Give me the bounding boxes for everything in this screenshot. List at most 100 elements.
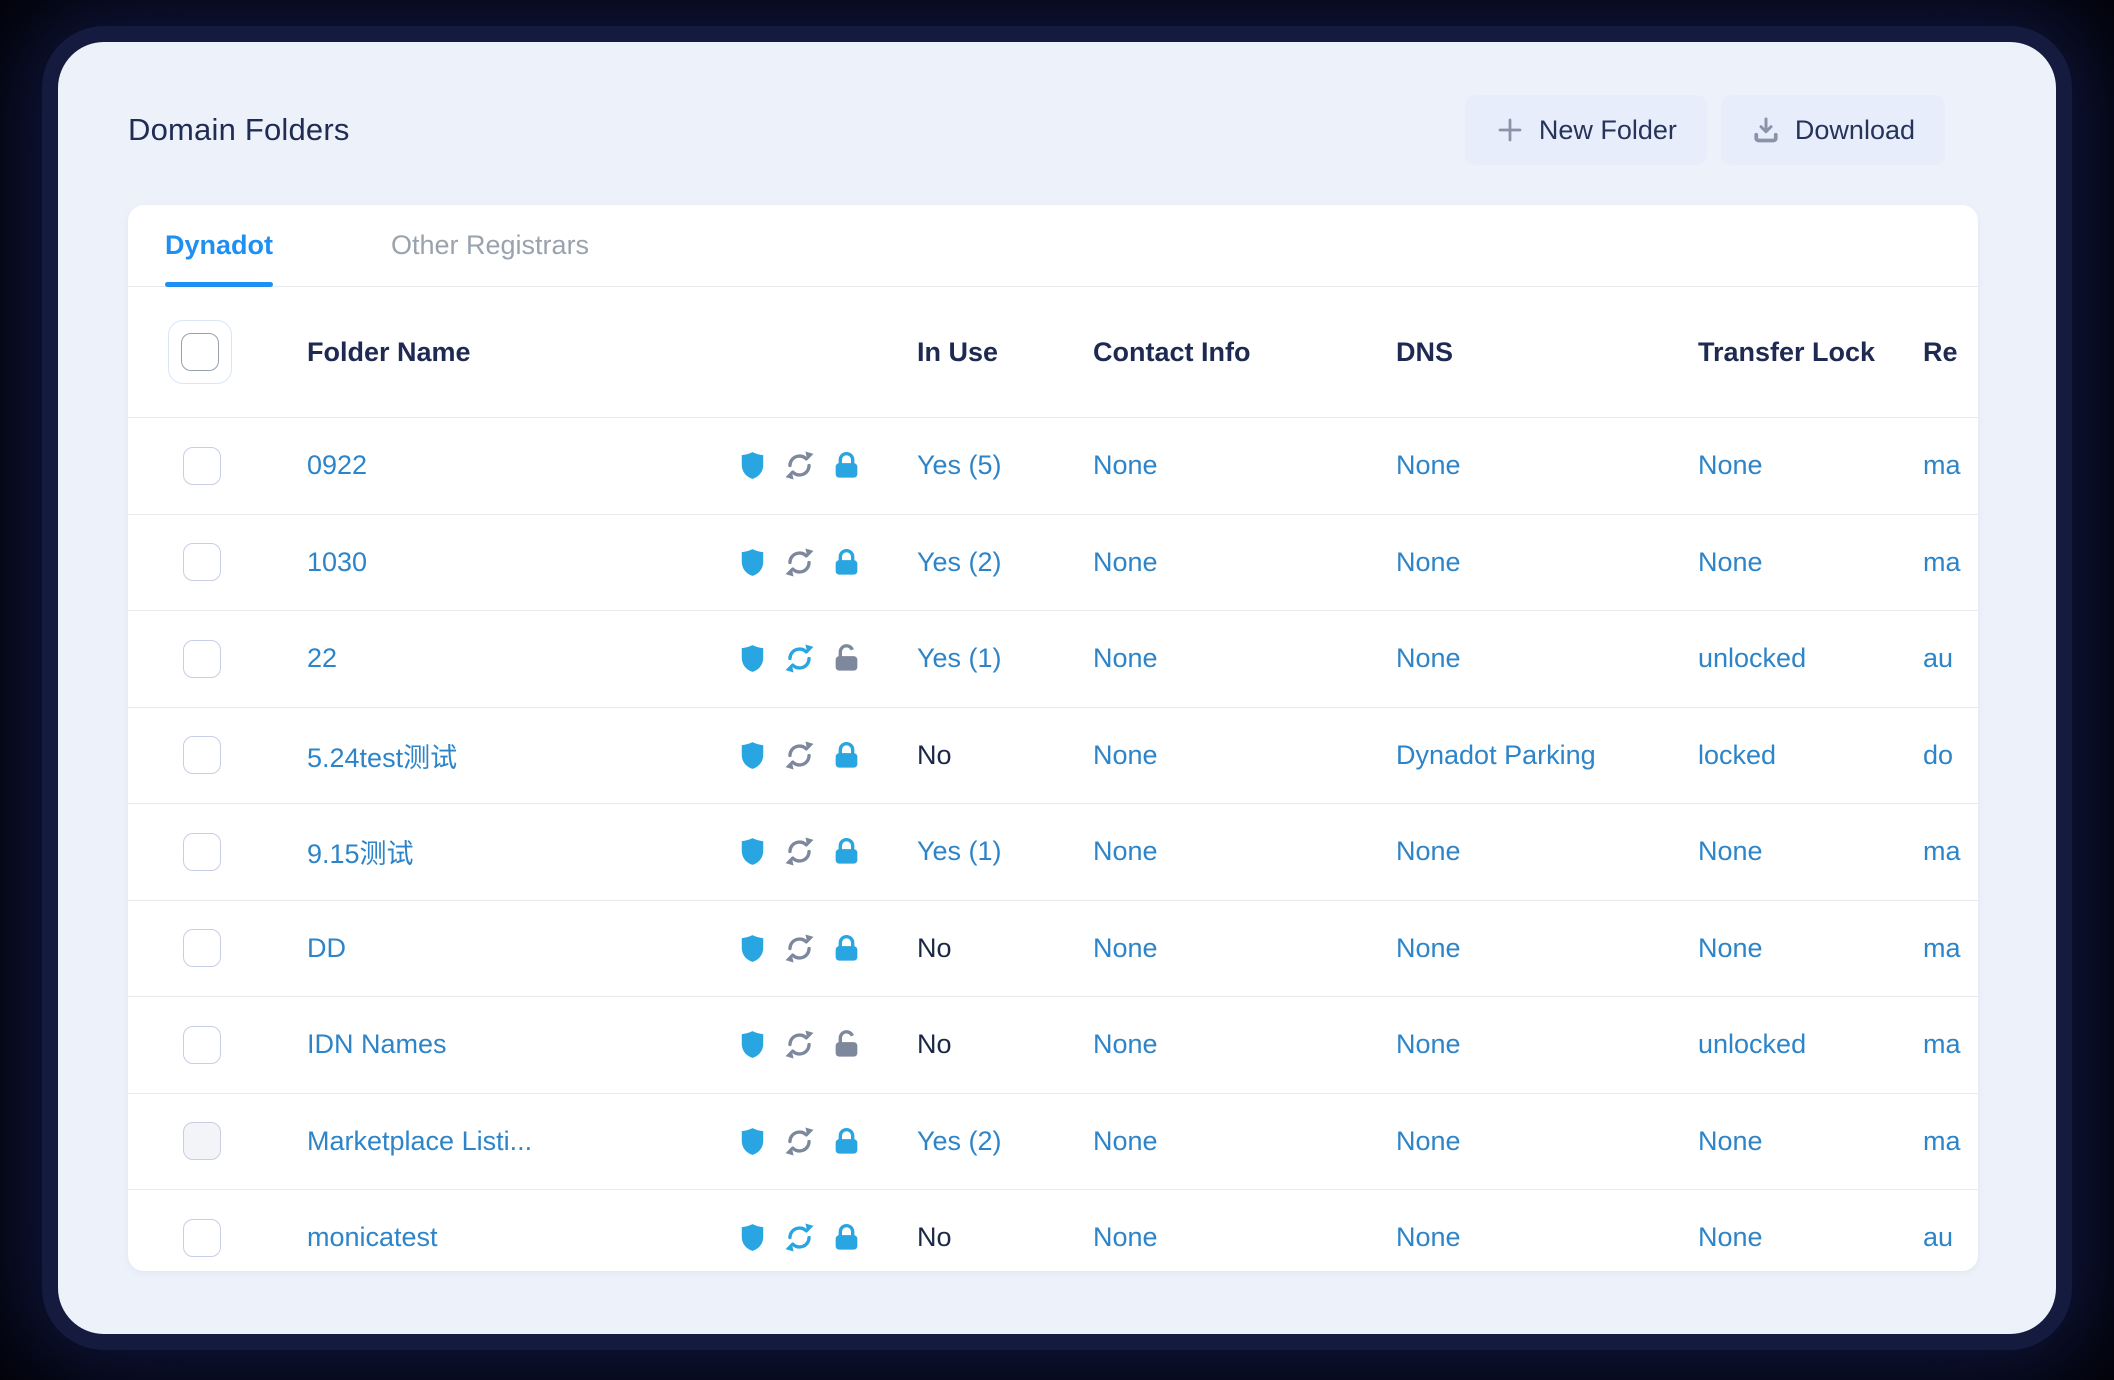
in-use-value[interactable]: No [917,1222,952,1253]
lock-icon[interactable] [831,450,862,481]
transfer-lock-link[interactable]: locked [1698,740,1776,771]
transfer-lock-link[interactable]: None [1698,836,1763,867]
folder-name-link[interactable]: 9.15测试 [307,832,414,871]
lock-icon[interactable] [831,1126,862,1157]
privacy-shield-icon[interactable] [737,450,768,481]
new-folder-button[interactable]: New Folder [1465,95,1707,165]
folder-name-link[interactable]: 5.24test测试 [307,736,457,775]
dns-link[interactable]: Dynadot Parking [1396,740,1596,771]
dns-link[interactable]: None [1396,1126,1461,1157]
refresh-icon[interactable] [784,740,815,771]
contact-info-link[interactable]: None [1093,547,1158,578]
contact-info-link[interactable]: None [1093,1222,1158,1253]
contact-info-link[interactable]: None [1093,450,1158,481]
folder-name-link[interactable]: 0922 [307,450,367,481]
transfer-lock-link[interactable]: None [1698,1126,1763,1157]
renew-option-link[interactable]: do [1923,740,1953,771]
row-checkbox[interactable] [183,1026,221,1064]
table-row: monicatest [128,1190,1978,1271]
folder-name-link[interactable]: 22 [307,643,337,674]
in-use-value[interactable]: Yes (2) [917,547,1002,578]
refresh-icon[interactable] [784,836,815,867]
row-checkbox[interactable] [183,929,221,967]
in-use-value[interactable]: No [917,1029,952,1060]
dns-link[interactable]: None [1396,547,1461,578]
transfer-lock-link[interactable]: unlocked [1698,1029,1806,1060]
privacy-shield-icon[interactable] [737,643,768,674]
refresh-icon[interactable] [784,547,815,578]
in-use-value[interactable]: Yes (5) [917,450,1002,481]
contact-info-link[interactable]: None [1093,1029,1158,1060]
in-use-value[interactable]: Yes (1) [917,836,1002,867]
dns-link[interactable]: None [1396,450,1461,481]
transfer-lock-link[interactable]: None [1698,1222,1763,1253]
in-use-value[interactable]: Yes (1) [917,643,1002,674]
transfer-lock-link[interactable]: None [1698,547,1763,578]
row-checkbox[interactable] [183,640,221,678]
table-row: Marketplace Listi... [128,1094,1978,1191]
privacy-shield-icon[interactable] [737,1126,768,1157]
in-use-value[interactable]: No [917,933,952,964]
renew-option-link[interactable]: ma [1923,1029,1961,1060]
dns-link[interactable]: None [1396,1222,1461,1253]
lock-icon[interactable] [831,547,862,578]
renew-option-link[interactable]: ma [1923,547,1961,578]
refresh-icon[interactable] [784,450,815,481]
renew-option-link[interactable]: au [1923,1222,1953,1253]
tab-dynadot[interactable]: Dynadot [165,205,273,286]
row-checkbox[interactable] [183,736,221,774]
folder-name-link[interactable]: DD [307,933,346,964]
folder-name-link[interactable]: 1030 [307,547,367,578]
select-all-checkbox[interactable] [181,333,219,371]
dns-link[interactable]: None [1396,933,1461,964]
privacy-shield-icon[interactable] [737,740,768,771]
row-checkbox[interactable] [183,447,221,485]
table-body: 0922 [128,418,1978,1271]
lock-icon[interactable] [831,836,862,867]
in-use-value[interactable]: No [917,740,952,771]
contact-info-link[interactable]: None [1093,643,1158,674]
privacy-shield-icon[interactable] [737,1222,768,1253]
renew-option-link[interactable]: ma [1923,836,1961,867]
download-button[interactable]: Download [1721,95,1945,165]
refresh-icon[interactable] [784,643,815,674]
renew-option-link[interactable]: au [1923,643,1953,674]
privacy-shield-icon[interactable] [737,547,768,578]
transfer-lock-link[interactable]: unlocked [1698,643,1806,674]
renew-option-link[interactable]: ma [1923,1126,1961,1157]
lock-icon[interactable] [831,1222,862,1253]
contact-info-link[interactable]: None [1093,836,1158,867]
contact-info-link[interactable]: None [1093,740,1158,771]
contact-info-link[interactable]: None [1093,1126,1158,1157]
row-checkbox[interactable] [183,1122,221,1160]
transfer-lock-link[interactable]: None [1698,450,1763,481]
row-checkbox[interactable] [183,833,221,871]
renew-option-link[interactable]: ma [1923,933,1961,964]
dns-link[interactable]: None [1396,836,1461,867]
refresh-icon[interactable] [784,1029,815,1060]
column-contact-info: Contact Info [1093,337,1396,368]
tab-other-registrars[interactable]: Other Registrars [391,205,589,286]
refresh-icon[interactable] [784,1126,815,1157]
dns-link[interactable]: None [1396,643,1461,674]
contact-info-link[interactable]: None [1093,933,1158,964]
folder-name-link[interactable]: IDN Names [307,1029,447,1060]
dns-link[interactable]: None [1396,1029,1461,1060]
transfer-lock-link[interactable]: None [1698,933,1763,964]
folder-name-link[interactable]: Marketplace Listi... [307,1126,532,1157]
row-checkbox[interactable] [183,543,221,581]
refresh-icon[interactable] [784,1222,815,1253]
privacy-shield-icon[interactable] [737,1029,768,1060]
lock-icon[interactable] [831,643,862,674]
lock-icon[interactable] [831,740,862,771]
folder-name-link[interactable]: monicatest [307,1222,438,1253]
privacy-shield-icon[interactable] [737,836,768,867]
privacy-shield-icon[interactable] [737,933,768,964]
table-row: DD [128,901,1978,998]
in-use-value[interactable]: Yes (2) [917,1126,1002,1157]
row-checkbox[interactable] [183,1219,221,1257]
refresh-icon[interactable] [784,933,815,964]
lock-icon[interactable] [831,1029,862,1060]
lock-icon[interactable] [831,933,862,964]
renew-option-link[interactable]: ma [1923,450,1961,481]
